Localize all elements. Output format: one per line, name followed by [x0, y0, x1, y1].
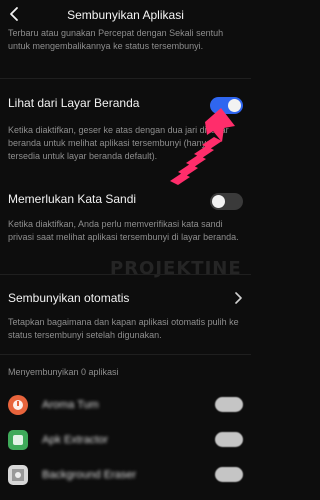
pointer-arrow-icon	[170, 108, 235, 185]
